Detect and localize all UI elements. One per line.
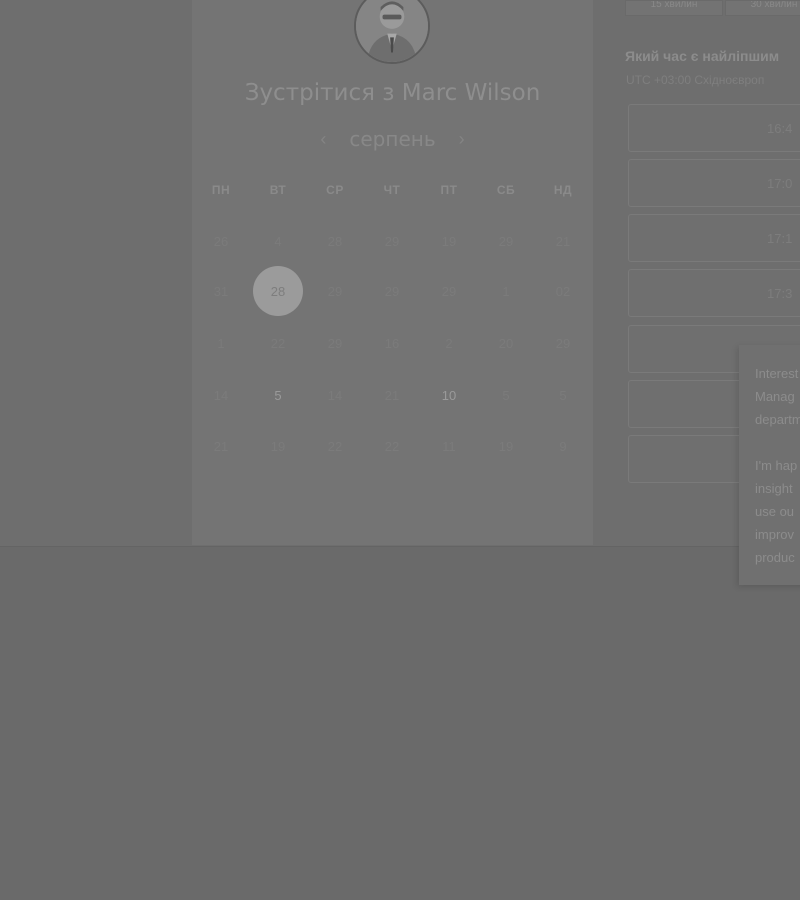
weekday-label: ПН	[211, 183, 231, 197]
weekday-label: СР	[326, 183, 344, 197]
calendar-day[interactable]: 2	[424, 318, 474, 368]
calendar-day[interactable]: 19	[424, 216, 474, 266]
month-navigation: ‹ серпень ›	[192, 124, 593, 154]
calendar-day[interactable]: 29	[367, 216, 417, 266]
calendar-day[interactable]: 22	[367, 421, 417, 471]
popup-text-line: I'm hap	[755, 458, 798, 473]
calendar-day[interactable]: 29	[481, 216, 531, 266]
time-heading: Який час є найліпшим	[625, 48, 780, 64]
calendar-day[interactable]: 19	[253, 421, 303, 471]
calendar-day[interactable]: 29	[424, 266, 474, 316]
calendar-day[interactable]: 28	[310, 216, 360, 266]
popup-text-line: departm	[755, 412, 800, 427]
time-slot-button[interactable]: 17:3	[628, 269, 800, 317]
calendar-day[interactable]: 5	[253, 370, 303, 420]
calendar-day[interactable]: 02	[538, 266, 588, 316]
popup-text-line: improv	[755, 527, 795, 542]
month-label: серпень	[349, 127, 436, 151]
calendar-day[interactable]: 14	[310, 370, 360, 420]
popup-text-line: insight	[755, 481, 793, 496]
popup-text-line: produc	[755, 550, 795, 565]
calendar-day[interactable]: 5	[481, 370, 531, 420]
popup-text-line: use ou	[755, 504, 795, 519]
calendar-day[interactable]: 31	[196, 266, 246, 316]
time-slot-label: 16:4	[767, 120, 793, 136]
time-slot-button[interactable]: 16:4	[628, 104, 800, 152]
weekday-label: СБ	[496, 183, 516, 197]
time-slot-button[interactable]: 17:0	[628, 159, 800, 207]
calendar-day[interactable]: 22	[253, 318, 303, 368]
weekday-label: ПТ	[440, 183, 458, 197]
calendar-day[interactable]: 14	[196, 370, 246, 420]
duration-tab[interactable]: 30 хвилин	[725, 0, 800, 16]
chevron-right-icon[interactable]: ›	[454, 129, 470, 150]
weekday-label: ЧТ	[383, 183, 401, 197]
calendar-day[interactable]: 21	[196, 421, 246, 471]
timezone-selector[interactable]: UTC +03:00 Східноєвроп	[626, 73, 800, 87]
calendar-day[interactable]: 29	[310, 266, 360, 316]
calendar-day[interactable]: 1	[481, 266, 531, 316]
calendar-day[interactable]: 16	[367, 318, 417, 368]
popup-text-line: Manag	[755, 389, 795, 404]
calendar-day[interactable]: 11	[424, 421, 474, 471]
time-slot-label: 17:0	[767, 175, 793, 191]
calendar-day[interactable]: 29	[310, 318, 360, 368]
calendar-day[interactable]: 21	[367, 370, 417, 420]
calendar-day[interactable]: 20	[481, 318, 531, 368]
calendar-day[interactable]: 21	[538, 216, 588, 266]
calendar-day[interactable]: 9	[538, 421, 588, 471]
calendar-day[interactable]: 26	[196, 216, 246, 266]
calendar-day[interactable]: 28	[253, 266, 303, 316]
duration-tabs: 15 хвилин 30 хвилин	[625, 0, 800, 16]
calendar-day[interactable]: 29	[367, 266, 417, 316]
weekday-label: НД	[553, 183, 573, 197]
time-slot-label: 17:1	[767, 230, 793, 246]
chevron-left-icon[interactable]: ‹	[315, 129, 331, 150]
time-slot-button[interactable]: 17:1	[628, 214, 800, 262]
calendar-day[interactable]: 29	[538, 318, 588, 368]
meeting-title: Зустрітися з Marc Wilson	[244, 80, 541, 106]
calendar-day[interactable]: 4	[253, 216, 303, 266]
weekday-label: ВТ	[269, 183, 287, 197]
calendar-day[interactable]: 5	[538, 370, 588, 420]
chat-popup[interactable]: Interest Manag departm I'm hap insight use ou…	[739, 345, 800, 585]
popup-text-line: Interest	[755, 366, 799, 381]
calendar-day[interactable]: 22	[310, 421, 360, 471]
duration-tab[interactable]: 15 хвилин	[625, 0, 723, 16]
calendar-day[interactable]: 19	[481, 421, 531, 471]
calendar-day[interactable]: 1	[196, 318, 246, 368]
time-slot-label: 17:3	[767, 285, 793, 301]
calendar-day[interactable]: 10	[424, 370, 474, 420]
